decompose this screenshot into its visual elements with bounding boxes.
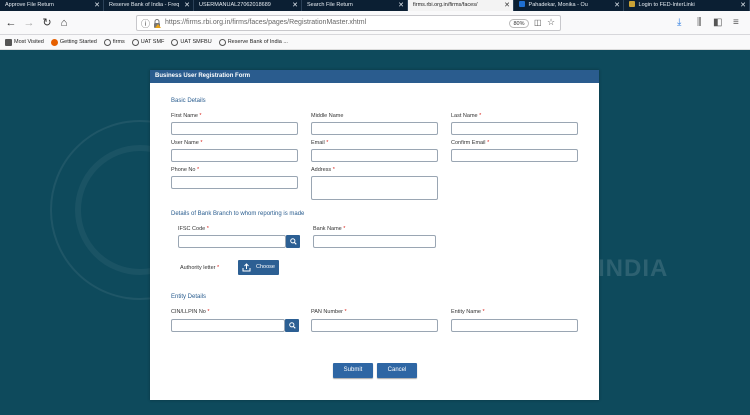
browser-tab[interactable]: Reserve Bank of India - Freq ✕	[104, 0, 194, 11]
field-label: Entity Name *	[451, 309, 485, 315]
form-title: Business User Registration Form	[150, 70, 599, 83]
site-icon	[629, 1, 635, 7]
first-name-input[interactable]	[171, 122, 298, 135]
registration-form: Business User Registration Form Basic De…	[150, 70, 599, 400]
globe-icon	[131, 38, 139, 46]
address-textarea[interactable]	[311, 176, 438, 200]
cin-llpin-input[interactable]	[171, 319, 285, 332]
field-label: Address *	[311, 167, 335, 173]
globe-icon	[218, 38, 226, 46]
browser-tab[interactable]: Login to FED-InterLinki ✕	[624, 0, 750, 11]
bookmark-item[interactable]: UAT SMFBU	[171, 38, 212, 46]
background-watermark-text: INDIA	[598, 255, 669, 282]
tab-strip: Approve File Return ✕ Reserve Bank of In…	[0, 0, 750, 11]
zoom-level[interactable]: 80%	[509, 19, 529, 28]
field-label: Last Name *	[451, 113, 482, 119]
close-icon[interactable]: ✕	[614, 0, 620, 11]
back-icon[interactable]: ←	[4, 16, 18, 30]
field-label: User Name *	[171, 140, 203, 146]
section-heading-entity-details: Entity Details	[171, 294, 207, 300]
field-label: Authority letter *	[180, 265, 220, 271]
browser-tab[interactable]: Pahadekar, Monika - Ou ✕	[514, 0, 624, 11]
close-icon[interactable]: ✕	[94, 0, 100, 11]
tab-title: Pahadekar, Monika - Ou	[528, 2, 588, 8]
outlook-icon	[519, 1, 525, 7]
bookmark-item[interactable]: Getting Started	[50, 38, 97, 46]
confirm-email-input[interactable]	[451, 149, 578, 162]
download-icon[interactable]: ⤓	[677, 17, 681, 29]
bookmark-item[interactable]: UAT SMF	[131, 38, 164, 46]
tab-title: Search File Return	[307, 2, 353, 8]
pocket-icon[interactable]: ◫	[534, 18, 542, 27]
field-label: CIN/LLPIN No *	[171, 309, 210, 315]
url-bar[interactable]: ⓘ https://firms.rbi.org.in/firms/faces/p…	[136, 15, 561, 31]
lock-icon[interactable]	[153, 19, 161, 28]
forward-icon[interactable]: →	[22, 16, 36, 30]
bookmark-item[interactable]: Most Visited	[5, 38, 44, 46]
bookmark-item[interactable]: firms	[103, 38, 125, 46]
url-text[interactable]: https://firms.rbi.org.in/firms/faces/pag…	[165, 19, 366, 26]
bookmark-item[interactable]: Reserve Bank of India ...	[218, 38, 288, 46]
section-heading-basic-details: Basic Details	[171, 98, 206, 104]
email-input[interactable]	[311, 149, 438, 162]
info-icon[interactable]: ⓘ	[141, 17, 150, 30]
ifsc-code-input[interactable]	[178, 235, 286, 248]
bookmark-star-icon[interactable]: ☆	[547, 17, 555, 28]
search-icon	[289, 238, 297, 245]
navigation-bar: ← → ↻ ⌂ ⓘ https://firms.rbi.org.in/firms…	[0, 11, 750, 35]
tab-title: firms.rbi.org.in/firms/faces/	[413, 2, 478, 8]
close-icon[interactable]: ✕	[292, 0, 298, 11]
phone-number-input[interactable]	[171, 176, 298, 189]
tab-title: Approve File Return	[5, 2, 54, 8]
submit-button[interactable]: Submit	[333, 363, 373, 378]
section-heading-bank-branch: Details of Bank Branch to whom reporting…	[171, 211, 305, 217]
gear-icon	[5, 38, 12, 46]
menu-icon[interactable]: ≡	[733, 17, 739, 29]
upload-icon	[242, 263, 251, 272]
field-label: First Name *	[171, 113, 202, 119]
pan-number-input[interactable]	[311, 319, 438, 332]
ifsc-search-button[interactable]	[286, 235, 300, 248]
close-icon[interactable]: ✕	[398, 0, 404, 11]
last-name-input[interactable]	[451, 122, 578, 135]
close-icon[interactable]: ✕	[504, 0, 510, 11]
globe-icon	[171, 38, 179, 46]
browser-tab[interactable]: USERMANUAL27062018689 ✕	[194, 0, 302, 11]
field-label: Middle Name	[311, 113, 344, 119]
browser-tab[interactable]: Approve File Return ✕	[0, 0, 104, 11]
field-label: Email *	[311, 140, 329, 146]
field-label: Bank Name *	[313, 226, 346, 232]
tab-title: Reserve Bank of India - Freq	[109, 2, 180, 8]
reload-icon[interactable]: ↻	[40, 16, 54, 30]
user-name-input[interactable]	[171, 149, 298, 162]
home-icon[interactable]: ⌂	[57, 16, 71, 30]
field-label: Phone No *	[171, 167, 200, 173]
search-icon	[288, 322, 296, 329]
bookmarks-toolbar: Most Visited Getting Started firms UAT S…	[0, 35, 750, 50]
close-icon[interactable]: ✕	[184, 0, 190, 11]
bank-name-input[interactable]	[313, 235, 436, 248]
cin-search-button[interactable]	[285, 319, 299, 332]
tab-title: USERMANUAL27062018689	[199, 2, 271, 8]
middle-name-input[interactable]	[311, 122, 438, 135]
firefox-icon	[50, 38, 58, 46]
field-label: IFSC Code *	[178, 226, 209, 232]
cancel-button[interactable]: Cancel	[377, 363, 417, 378]
browser-tab[interactable]: Search File Return ✕	[302, 0, 408, 11]
field-label: Confirm Email *	[451, 140, 490, 146]
close-icon[interactable]: ✕	[740, 0, 746, 11]
entity-name-input[interactable]	[451, 319, 578, 332]
sidebar-icon[interactable]: ◧	[713, 17, 722, 29]
tab-title: Login to FED-InterLinki	[638, 2, 695, 8]
choose-file-button[interactable]: Choose	[238, 260, 279, 275]
field-label: PAN Number *	[311, 309, 347, 315]
globe-icon	[103, 38, 111, 46]
library-icon[interactable]: ⫼	[697, 17, 702, 29]
browser-tab-active[interactable]: firms.rbi.org.in/firms/faces/ ✕	[408, 0, 514, 11]
